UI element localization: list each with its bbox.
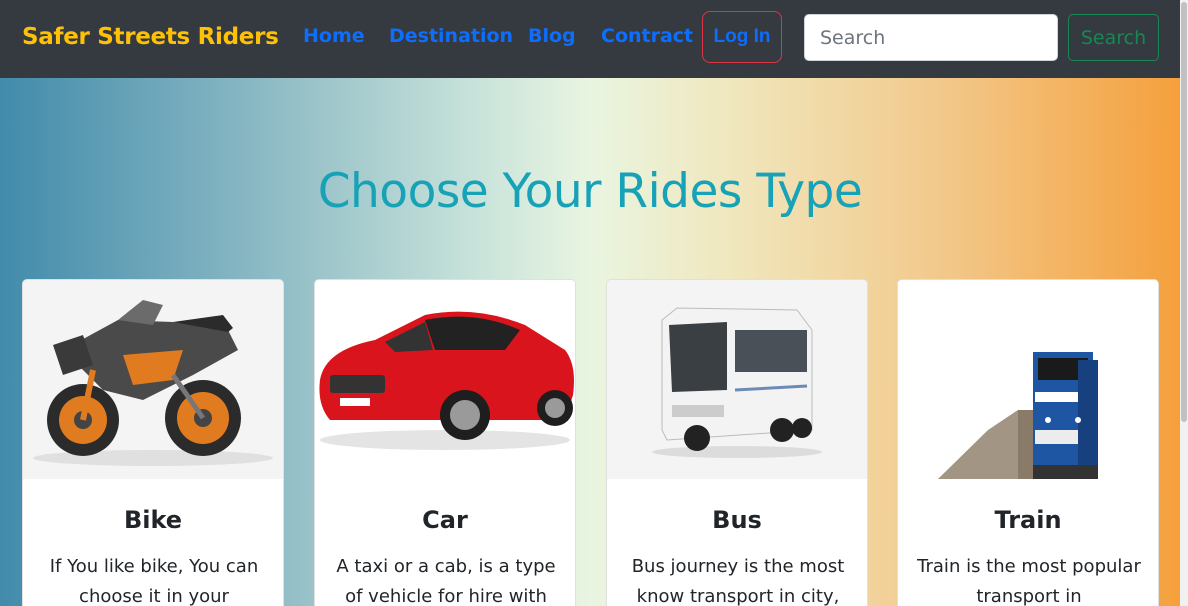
navbar: Safer Streets Riders Home Destination Bl…: [0, 0, 1180, 78]
ride-card-car[interactable]: Car A taxi or a cab, is a type of vehicl…: [314, 279, 576, 606]
ride-card-bike[interactable]: Bike If You like bike, You can choose it…: [22, 279, 284, 606]
vertical-scrollbar[interactable]: [1180, 0, 1188, 606]
page-title: Choose Your Rides Type: [317, 164, 863, 219]
card-title: Bus: [712, 506, 762, 534]
card-text: Train is the most popular transport in: [917, 556, 1141, 606]
locomotive-train-image: [898, 280, 1158, 479]
hero-section: Choose Your Rides Type Bike If You like …: [0, 78, 1180, 606]
search-input[interactable]: [804, 14, 1058, 61]
card-text: Bus journey is the most know transport i…: [631, 556, 845, 606]
coach-bus-image: [607, 280, 867, 479]
card-text: If You like bike, You can choose it in y…: [49, 556, 259, 606]
scrollbar-thumb[interactable]: [1181, 2, 1187, 422]
card-text: A taxi or a cab, is a type of vehicle fo…: [336, 556, 556, 606]
page: Safer Streets Riders Home Destination Bl…: [0, 0, 1188, 606]
nav-link-home[interactable]: Home: [303, 25, 365, 47]
ride-card-train[interactable]: Train Train is the most popular transpor…: [897, 279, 1159, 606]
card-title: Bike: [123, 506, 183, 534]
motorbike-image: [23, 280, 283, 479]
login-button[interactable]: Log In: [702, 11, 782, 63]
search-button[interactable]: Search: [1068, 14, 1159, 61]
brand-logo[interactable]: Safer Streets Riders: [22, 24, 279, 50]
card-title: Car: [422, 506, 468, 534]
nav-link-contract[interactable]: Contract: [601, 25, 693, 47]
nav-link-destination[interactable]: Destination: [389, 25, 513, 47]
nav-link-blog[interactable]: Blog: [528, 25, 576, 47]
card-title: Train: [994, 506, 1062, 534]
sports-car-image: [315, 280, 575, 479]
ride-card-bus[interactable]: Bus Bus journey is the most know transpo…: [606, 279, 868, 606]
